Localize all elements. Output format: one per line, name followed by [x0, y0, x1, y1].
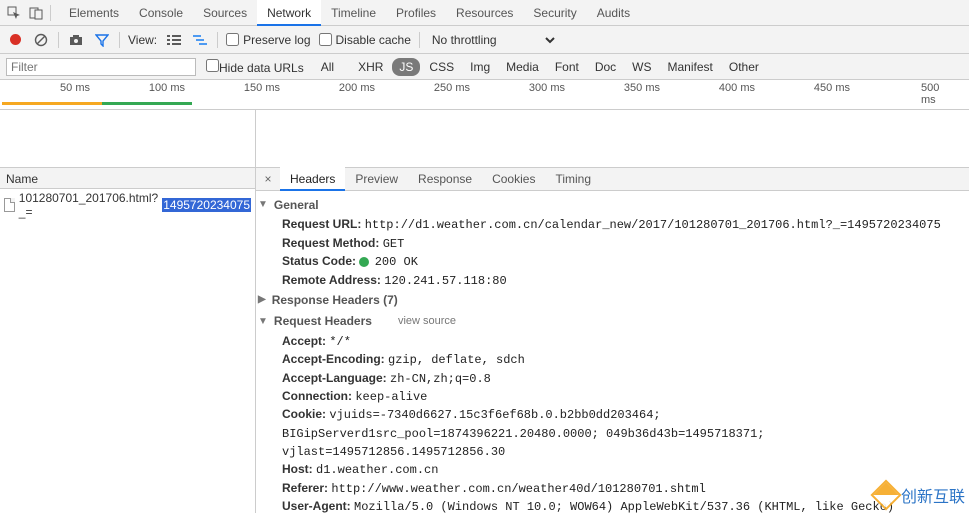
separator — [119, 32, 120, 48]
kv-cookie: Cookie: vjuids=-7340d6627.15c3f6ef68b.0.… — [258, 406, 963, 461]
kv-accept: Accept: */* — [258, 333, 963, 351]
timeline-band — [2, 102, 102, 105]
network-toolbar: View: Preserve log Disable cache No thro… — [0, 26, 969, 54]
detail-tab-preview[interactable]: Preview — [345, 167, 408, 191]
timeline-tick: 100 ms — [149, 82, 185, 94]
timeline-tick: 150 ms — [244, 82, 280, 94]
inspect-icon[interactable] — [6, 5, 22, 21]
kv-status-code: Status Code: 200 OK — [258, 253, 963, 271]
request-row[interactable]: 101280701_201706.html?_= 1495720234075 — [0, 189, 255, 221]
clear-icon[interactable] — [32, 31, 50, 49]
view-waterfall-icon[interactable] — [191, 31, 209, 49]
column-header-name[interactable]: Name — [0, 167, 255, 189]
detail-tabs: × Headers Preview Response Cookies Timin… — [256, 167, 969, 191]
filter-type-img[interactable]: Img — [463, 58, 497, 76]
filter-type-all[interactable]: All — [314, 58, 341, 76]
separator — [419, 32, 420, 48]
timeline-tick: 450 ms — [814, 82, 850, 94]
filter-types: All XHR JS CSS Img Media Font Doc WS Man… — [314, 58, 766, 76]
kv-request-url: Request URL: http://d1.weather.com.cn/ca… — [258, 216, 963, 234]
panel-tabs: Elements Console Sources Network Timelin… — [59, 0, 640, 26]
view-label: View: — [128, 33, 157, 47]
timeline-tick: 250 ms — [434, 82, 470, 94]
filter-type-font[interactable]: Font — [548, 58, 586, 76]
kv-referer: Referer: http://www.weather.com.cn/weath… — [258, 480, 963, 498]
view-list-icon[interactable] — [165, 31, 183, 49]
filter-type-css[interactable]: CSS — [422, 58, 461, 76]
kv-connection: Connection: keep-alive — [258, 388, 963, 406]
view-source-link[interactable]: view source — [398, 314, 456, 330]
separator — [217, 32, 218, 48]
timeline-tick: 50 ms — [60, 82, 90, 94]
record-icon[interactable] — [6, 31, 24, 49]
network-main: Name 101280701_201706.html?_= 14957202340… — [0, 110, 969, 513]
tab-resources[interactable]: Resources — [446, 0, 523, 26]
section-request-headers[interactable]: ▼Request Headersview source — [258, 311, 963, 332]
section-general[interactable]: ▼General — [258, 195, 963, 216]
filter-icon[interactable] — [93, 31, 111, 49]
device-toggle-icon[interactable] — [28, 5, 44, 21]
filter-type-doc[interactable]: Doc — [588, 58, 623, 76]
kv-host: Host: d1.weather.com.cn — [258, 461, 963, 479]
separator — [50, 5, 51, 21]
filter-type-other[interactable]: Other — [722, 58, 766, 76]
kv-accept-language: Accept-Language: zh-CN,zh;q=0.8 — [258, 370, 963, 388]
detail-tab-cookies[interactable]: Cookies — [482, 167, 545, 191]
request-name-prefix: 101280701_201706.html?_= — [19, 191, 158, 219]
timeline-overview[interactable]: 50 ms 100 ms 150 ms 200 ms 250 ms 300 ms… — [0, 80, 969, 110]
timeline-tick: 350 ms — [624, 82, 660, 94]
tab-audits[interactable]: Audits — [587, 0, 640, 26]
filter-type-xhr[interactable]: XHR — [351, 58, 390, 76]
kv-request-method: Request Method: GET — [258, 235, 963, 253]
tab-elements[interactable]: Elements — [59, 0, 129, 26]
headers-panel: ▼General Request URL: http://d1.weather.… — [256, 191, 969, 513]
detail-tab-response[interactable]: Response — [408, 167, 482, 191]
timeline-tick: 400 ms — [719, 82, 755, 94]
kv-accept-encoding: Accept-Encoding: gzip, deflate, sdch — [258, 351, 963, 369]
disable-cache-checkbox[interactable]: Disable cache — [319, 33, 411, 47]
tab-network[interactable]: Network — [257, 0, 321, 26]
tab-timeline[interactable]: Timeline — [321, 0, 386, 26]
filter-input[interactable] — [6, 58, 196, 76]
file-icon — [4, 198, 15, 212]
close-detail-button[interactable]: × — [256, 172, 280, 186]
detail-tab-headers[interactable]: Headers — [280, 167, 345, 191]
tab-console[interactable]: Console — [129, 0, 193, 26]
throttling-select[interactable]: No throttling — [428, 32, 558, 48]
detail-tab-timing[interactable]: Timing — [545, 167, 601, 191]
tab-security[interactable]: Security — [523, 0, 586, 26]
filter-type-js[interactable]: JS — [392, 58, 420, 76]
timeline-tick: 200 ms — [339, 82, 375, 94]
request-detail: × Headers Preview Response Cookies Timin… — [256, 110, 969, 513]
capture-screenshot-icon[interactable] — [67, 31, 85, 49]
filter-type-ws[interactable]: WS — [625, 58, 658, 76]
tab-sources[interactable]: Sources — [193, 0, 257, 26]
kv-user-agent: User-Agent: Mozilla/5.0 (Windows NT 10.0… — [258, 498, 963, 513]
network-filter-bar: Hide data URLs All XHR JS CSS Img Media … — [0, 54, 969, 80]
devtools-top-bar: Elements Console Sources Network Timelin… — [0, 0, 969, 26]
status-dot-icon — [359, 257, 369, 267]
kv-remote-address: Remote Address: 120.241.57.118:80 — [258, 272, 963, 290]
timeline-tick: 300 ms — [529, 82, 565, 94]
filter-type-media[interactable]: Media — [499, 58, 546, 76]
hide-data-urls-checkbox[interactable]: Hide data URLs — [206, 59, 304, 75]
section-response-headers[interactable]: ▶Response Headers (7) — [258, 290, 963, 311]
filter-type-manifest[interactable]: Manifest — [661, 58, 720, 76]
tab-profiles[interactable]: Profiles — [386, 0, 446, 26]
request-list: Name 101280701_201706.html?_= 14957202340… — [0, 110, 256, 513]
preserve-log-checkbox[interactable]: Preserve log — [226, 33, 310, 47]
timeline-tick: 500 ms — [921, 82, 945, 106]
timeline-band — [102, 102, 192, 105]
request-name-selected: 1495720234075 — [162, 198, 251, 212]
separator — [58, 32, 59, 48]
